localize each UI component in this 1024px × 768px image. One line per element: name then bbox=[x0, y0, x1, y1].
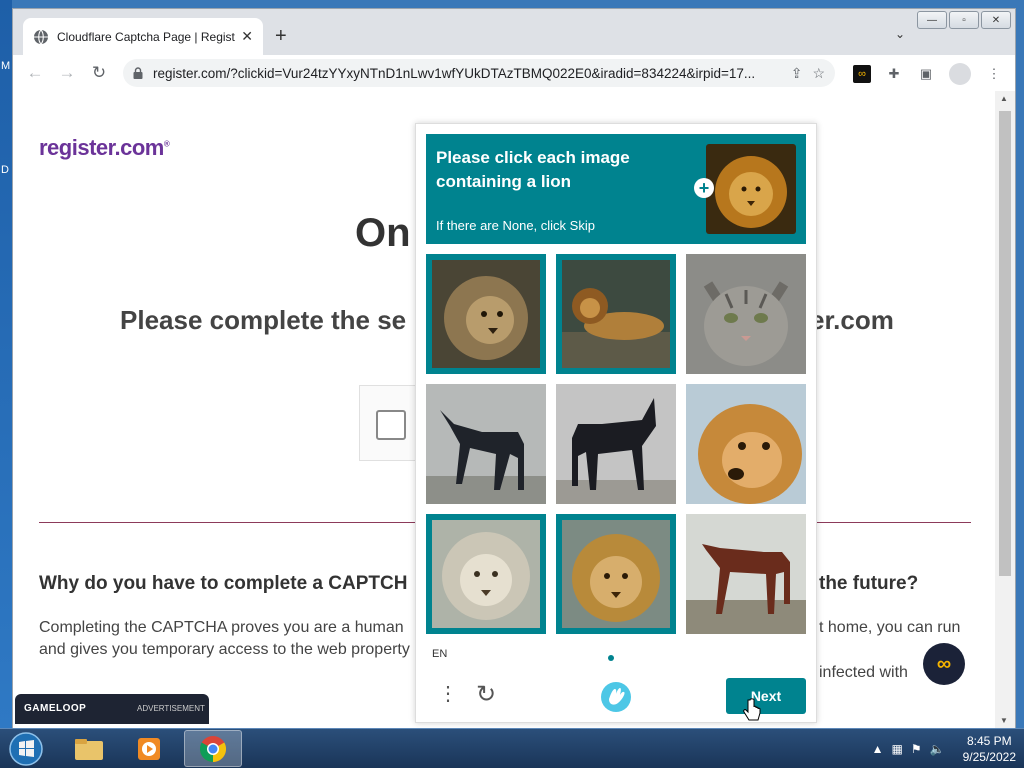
faq-heading: Why do you have to complete a CAPTCH bbox=[39, 573, 408, 594]
system-tray: ▲ ▦ ⚑ 🔈 8:45 PM 9/25/2022 bbox=[872, 729, 1016, 768]
clock-date: 9/25/2022 bbox=[962, 750, 1016, 764]
faq-text: Completing the CAPTCHA proves you are a … bbox=[39, 619, 404, 636]
clock-time: 8:45 PM bbox=[966, 734, 1012, 748]
challenge-grid bbox=[426, 254, 808, 636]
maximize-button[interactable]: ▫ bbox=[949, 11, 979, 29]
page-heading: On bbox=[355, 211, 411, 255]
action-center-flag-icon[interactable]: ⚑ bbox=[911, 742, 922, 756]
tab-close-icon[interactable]: ✕ bbox=[241, 28, 253, 45]
desktop-background: M D bbox=[0, 0, 12, 728]
window-controls: — ▫ ✕ bbox=[917, 11, 1011, 29]
advertisement-banner[interactable]: GAMELOOP ADVERTISEMENT bbox=[15, 694, 209, 724]
tab-title: Cloudflare Captcha Page | Regist bbox=[57, 29, 235, 44]
captcha-widget bbox=[359, 385, 419, 461]
tile-lion-selected[interactable] bbox=[426, 514, 546, 634]
taskbar-clock[interactable]: 8:45 PM 9/25/2022 bbox=[963, 733, 1016, 765]
browser-window: Cloudflare Captcha Page | Regist ✕ + ⌄ —… bbox=[12, 8, 1016, 728]
puzzle-extensions-icon[interactable]: ✚ bbox=[885, 65, 903, 83]
expand-plus-icon[interactable]: + bbox=[694, 178, 714, 198]
start-button[interactable] bbox=[4, 729, 48, 768]
bookmark-star-icon[interactable]: ☆ bbox=[812, 65, 825, 82]
captcha-checkbox[interactable] bbox=[376, 410, 406, 440]
kebab-menu-icon[interactable]: ⋮ bbox=[985, 65, 1003, 83]
menu-dots-icon[interactable]: ⋮ bbox=[438, 684, 458, 704]
page-scrollbar[interactable]: ▲ ▼ bbox=[995, 91, 1015, 728]
hcaptcha-logo-icon[interactable] bbox=[600, 681, 632, 713]
browser-toolbar: ← → ↻ register.com/?clickid=Vur24tzYYxyN… bbox=[13, 55, 1015, 91]
tile-lion-selected[interactable] bbox=[426, 254, 546, 374]
page-subheading-tail: er.com bbox=[810, 305, 894, 335]
ad-label: ADVERTISEMENT bbox=[137, 704, 205, 713]
page-viewport: register.com® On Please complete the se … bbox=[13, 91, 997, 728]
prompt-title: Please click each image containing a lio… bbox=[436, 148, 630, 191]
progress-dot bbox=[608, 655, 614, 661]
reload-icon[interactable]: ↻ bbox=[83, 63, 115, 83]
site-logo[interactable]: register.com® bbox=[39, 135, 170, 161]
windows-taskbar: ▲ ▦ ⚑ 🔈 8:45 PM 9/25/2022 bbox=[0, 728, 1024, 768]
faq-text-tail: t home, you can run bbox=[819, 619, 961, 636]
minimize-button[interactable]: — bbox=[917, 11, 947, 29]
gameloop-logo: GAMELOOP bbox=[24, 703, 87, 714]
captcha-challenge-dialog: Please click each image containing a lio… bbox=[415, 123, 817, 723]
new-tab-button[interactable]: + bbox=[275, 25, 287, 48]
refresh-icon[interactable]: ↻ bbox=[476, 680, 496, 709]
page-subheading: Please complete the se bbox=[120, 305, 407, 335]
language-selector[interactable]: EN bbox=[432, 648, 447, 660]
url-text[interactable]: register.com/?clickid=Vur24tzYYxyNTnD1nL… bbox=[153, 66, 781, 81]
show-hidden-icons-icon[interactable]: ▲ bbox=[872, 742, 884, 756]
file-explorer-taskbar-icon[interactable] bbox=[60, 730, 118, 767]
forward-arrow-icon[interactable]: → bbox=[51, 63, 83, 83]
tile-horse[interactable] bbox=[426, 384, 546, 504]
tile-dog[interactable] bbox=[686, 384, 806, 504]
hand-cursor-icon bbox=[743, 698, 761, 721]
tile-lion-selected[interactable] bbox=[556, 254, 676, 374]
tile-cat[interactable] bbox=[686, 254, 806, 374]
faq-text: and gives you temporary access to the we… bbox=[39, 641, 410, 658]
faq-heading-tail: the future? bbox=[819, 573, 919, 594]
challenge-prompt: Please click each image containing a lio… bbox=[426, 134, 806, 244]
prompt-subtitle: If there are None, click Skip bbox=[436, 218, 595, 233]
example-image bbox=[706, 144, 796, 234]
side-panel-icon[interactable]: ▣ bbox=[917, 65, 935, 83]
scroll-up-arrow-icon[interactable]: ▲ bbox=[1000, 94, 1008, 103]
faq-text-tail: infected with bbox=[819, 664, 908, 681]
tab-search-chevron-icon[interactable]: ⌄ bbox=[895, 27, 905, 41]
browser-tab[interactable]: Cloudflare Captcha Page | Regist ✕ bbox=[23, 18, 263, 55]
address-bar[interactable]: register.com/?clickid=Vur24tzYYxyNTnD1nL… bbox=[123, 59, 835, 87]
scroll-thumb[interactable] bbox=[999, 111, 1011, 576]
next-button[interactable]: Next bbox=[726, 678, 806, 714]
close-window-button[interactable]: ✕ bbox=[981, 11, 1011, 29]
network-icon[interactable]: ▦ bbox=[892, 742, 903, 756]
lock-icon[interactable] bbox=[133, 67, 143, 79]
chrome-taskbar-icon[interactable] bbox=[184, 730, 242, 767]
tab-strip: Cloudflare Captcha Page | Regist ✕ + ⌄ —… bbox=[13, 9, 1015, 55]
media-player-taskbar-icon[interactable] bbox=[120, 730, 178, 767]
extension-icon[interactable]: ∞ bbox=[853, 65, 871, 83]
globe-icon bbox=[34, 29, 48, 44]
volume-icon[interactable]: 🔈 bbox=[930, 742, 945, 756]
desktop-icon-label[interactable]: M bbox=[1, 60, 10, 72]
scroll-down-arrow-icon[interactable]: ▼ bbox=[1000, 716, 1008, 725]
floating-extension-button[interactable]: ∞ bbox=[923, 643, 965, 685]
tile-horse[interactable] bbox=[556, 384, 676, 504]
tile-lion-selected[interactable] bbox=[556, 514, 676, 634]
profile-avatar[interactable] bbox=[949, 63, 971, 85]
tile-horse[interactable] bbox=[686, 514, 806, 634]
extensions-area: ∞ ✚ ▣ ⋮ bbox=[853, 63, 1003, 85]
desktop-icon-label[interactable]: D bbox=[1, 164, 9, 176]
back-arrow-icon[interactable]: ← bbox=[19, 63, 51, 83]
share-icon[interactable]: ⇪ bbox=[791, 65, 803, 82]
